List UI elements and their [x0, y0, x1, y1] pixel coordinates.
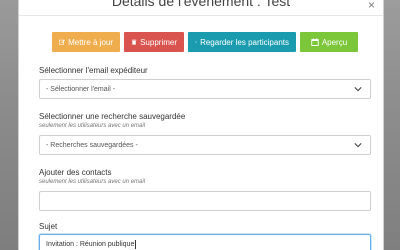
subject-input[interactable]: Invitation : Réunion publique [39, 234, 371, 250]
dialog-title: Détails de l'évènement : Test [111, 0, 291, 9]
modal-backdrop-right [384, 0, 400, 250]
chevron-down-icon [354, 143, 362, 148]
delete-button-label: Supprimer [140, 37, 177, 47]
saved-search-hint: seulement les utilisateurs avec un email [39, 123, 146, 129]
view-participants-label: Regarder les participants [200, 37, 289, 47]
preview-button[interactable]: Aperçu [300, 32, 358, 52]
delete-button[interactable]: Supprimer [124, 32, 184, 52]
action-bar: Mettre à jour Supprimer Regarder les par… [52, 32, 358, 52]
view-participants-button[interactable]: Regarder les participants [188, 32, 296, 52]
preview-button-label: Aperçu [321, 37, 348, 47]
subject-section: Sujet [39, 222, 371, 231]
dialog-header: Détails de l'évènement : Test × [19, 0, 383, 16]
contacts-label: Ajouter des contacts [39, 168, 112, 177]
update-button-label: Mettre à jour [68, 37, 113, 47]
sender-label: Sélectionner l'email expéditeur [39, 66, 148, 75]
saved-search-select[interactable]: - Recherches sauvegardées - [39, 135, 371, 155]
contacts-input[interactable] [39, 191, 371, 211]
chevron-down-icon [354, 87, 362, 92]
subject-value: Invitation : Réunion publique [46, 240, 135, 248]
event-details-dialog: Détails de l'évènement : Test × Mettre à… [18, 0, 384, 250]
contacts-hint: seulement les utilisateurs avec un email [39, 179, 146, 185]
sender-email-select[interactable]: - Sélectionner l'email - [39, 79, 371, 99]
contacts-section: Ajouter des contacts seulement les utili… [39, 168, 371, 185]
update-button[interactable]: Mettre à jour [52, 32, 120, 52]
saved-search-section: Sélectionner une recherche sauvegardée s… [39, 112, 371, 129]
text-caret [135, 239, 137, 249]
sender-field-wrap: - Sélectionner l'email - [39, 79, 371, 99]
eye-icon [195, 41, 197, 43]
saved-search-field-wrap: - Recherches sauvegardées - [39, 135, 371, 155]
saved-search-label: Sélectionner une recherche sauvegardée [39, 112, 186, 121]
sender-email-value: - Sélectionner l'email - [46, 85, 116, 93]
sender-section: Sélectionner l'email expéditeur [39, 66, 371, 75]
modal-backdrop-left [0, 0, 18, 250]
subject-label: Sujet [39, 222, 58, 231]
subject-field-wrap: Invitation : Réunion publique [39, 234, 371, 250]
trash-icon [131, 39, 137, 45]
saved-search-value: - Recherches sauvegardées - [46, 141, 138, 149]
close-icon[interactable]: × [368, 0, 375, 12]
edit-icon [59, 39, 65, 45]
calendar-icon [311, 38, 319, 46]
contacts-field-wrap [39, 191, 371, 211]
